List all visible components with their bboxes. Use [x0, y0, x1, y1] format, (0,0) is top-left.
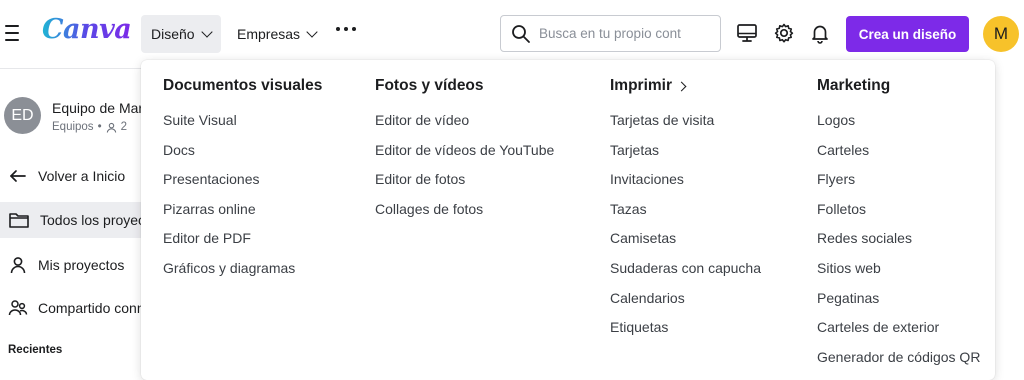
- menu-column-photos-videos: Fotos y vídeos Editor de vídeo Editor de…: [375, 76, 554, 224]
- team-name[interactable]: Equipo de Mar: [52, 100, 143, 116]
- menu-column-print: Imprimir Tarjetas de visita Tarjetas Inv…: [610, 76, 761, 343]
- menu-link[interactable]: Camisetas: [610, 224, 761, 254]
- canva-logo[interactable]: Canva: [42, 14, 132, 45]
- arrow-left-icon: [10, 170, 26, 182]
- menu-link[interactable]: Invitaciones: [610, 165, 761, 195]
- menu-column-title[interactable]: Documentos visuales: [163, 76, 322, 96]
- chevron-right-icon: [676, 81, 687, 91]
- menu-column-title-text: Imprimir: [610, 77, 673, 94]
- separator-dot: •: [97, 121, 102, 133]
- menu-link[interactable]: Carteles de exterior: [817, 313, 980, 343]
- sidebar-item-my-projects[interactable]: Mis proyectos: [0, 247, 150, 283]
- sidebar-item-shared[interactable]: Compartido conn: [0, 290, 150, 326]
- menu-link[interactable]: Docs: [163, 136, 322, 166]
- menu-column-visual-docs: Documentos visuales Suite Visual Docs Pr…: [163, 76, 322, 284]
- menu-column-title[interactable]: Imprimir: [610, 76, 761, 96]
- shared-users-icon: [8, 300, 28, 316]
- sidebar-item-label: Todos los proyec: [40, 212, 146, 228]
- recent-heading: Recientes: [8, 344, 63, 356]
- menu-link[interactable]: Collages de fotos: [375, 195, 554, 225]
- sidebar-item-all-projects[interactable]: Todos los proyec: [0, 202, 150, 238]
- menu-column-title-text: Marketing: [817, 77, 891, 94]
- desktop-icon[interactable]: [734, 20, 760, 46]
- sidebar-item-label: Mis proyectos: [38, 257, 125, 273]
- user-icon: [10, 257, 26, 274]
- chevron-down-icon: [200, 26, 213, 38]
- menu-link[interactable]: Suite Visual: [163, 106, 322, 136]
- menu-link[interactable]: Carteles: [817, 136, 980, 166]
- nav-diseno[interactable]: Diseño: [141, 15, 221, 53]
- menu-link[interactable]: Tazas: [610, 195, 761, 225]
- menu-link[interactable]: Sudaderas con capucha: [610, 254, 761, 284]
- more-icon[interactable]: [336, 27, 356, 31]
- sidebar-item-back-home[interactable]: Volver a Inicio: [0, 158, 150, 194]
- menu-link[interactable]: Editor de fotos: [375, 165, 554, 195]
- sidebar-item-label: Volver a Inicio: [38, 168, 126, 184]
- team-members-count: 2: [120, 121, 127, 133]
- menu-link[interactable]: Generador de códigos QR: [817, 343, 980, 373]
- people-icon: [106, 122, 116, 133]
- menu-link[interactable]: Tarjetas de visita: [610, 106, 761, 136]
- menu-link[interactable]: Flyers: [817, 165, 980, 195]
- user-avatar[interactable]: M: [983, 16, 1019, 52]
- search-box[interactable]: [500, 15, 721, 52]
- sidebar-item-label: Compartido conn: [38, 300, 145, 316]
- menu-link[interactable]: Editor de PDF: [163, 224, 322, 254]
- team-meta: Equipos • 2: [52, 121, 127, 133]
- bell-icon[interactable]: [807, 20, 833, 46]
- menu-link[interactable]: Pegatinas: [817, 284, 980, 314]
- create-design-button[interactable]: Crea un diseño: [846, 16, 969, 52]
- folder-icon: [9, 213, 29, 228]
- menu-link[interactable]: Folletos: [817, 195, 980, 225]
- menu-link[interactable]: Sitios web: [817, 254, 980, 284]
- menu-link[interactable]: Etiquetas: [610, 313, 761, 343]
- menu-link[interactable]: Pizarras online: [163, 195, 322, 225]
- gear-icon[interactable]: [771, 20, 797, 46]
- menu-icon[interactable]: [4, 22, 20, 44]
- search-input[interactable]: [539, 26, 709, 41]
- menu-column-marketing: Marketing Logos Carteles Flyers Folletos…: [817, 76, 980, 372]
- nav-label: Empresas: [237, 26, 301, 42]
- menu-column-title[interactable]: Fotos y vídeos: [375, 76, 554, 96]
- menu-link[interactable]: Redes sociales: [817, 224, 980, 254]
- search-icon: [512, 24, 530, 43]
- menu-link[interactable]: Presentaciones: [163, 165, 322, 195]
- menu-column-title-text: Fotos y vídeos: [375, 77, 484, 94]
- menu-link[interactable]: Gráficos y diagramas: [163, 254, 322, 284]
- menu-column-title[interactable]: Marketing: [817, 76, 980, 96]
- team-type: Equipos: [52, 121, 94, 133]
- menu-link[interactable]: Tarjetas: [610, 136, 761, 166]
- menu-column-title-text: Documentos visuales: [163, 77, 323, 94]
- top-bar: Canva Diseño Empresas Crea un diseño M: [0, 0, 1024, 68]
- menu-link[interactable]: Editor de vídeos de YouTube: [375, 136, 554, 166]
- nav-label: Diseño: [151, 26, 195, 42]
- nav-empresas[interactable]: Empresas: [227, 15, 326, 53]
- content-edge: [1000, 68, 1024, 375]
- design-megamenu: Documentos visuales Suite Visual Docs Pr…: [141, 60, 995, 380]
- sidebar: ED Equipo de Mar Equipos • 2 Volver a In…: [0, 68, 150, 375]
- menu-link[interactable]: Calendarios: [610, 284, 761, 314]
- menu-link[interactable]: Logos: [817, 106, 980, 136]
- chevron-down-icon: [306, 26, 318, 38]
- team-avatar[interactable]: ED: [4, 97, 41, 134]
- menu-link[interactable]: Editor de vídeo: [375, 106, 554, 136]
